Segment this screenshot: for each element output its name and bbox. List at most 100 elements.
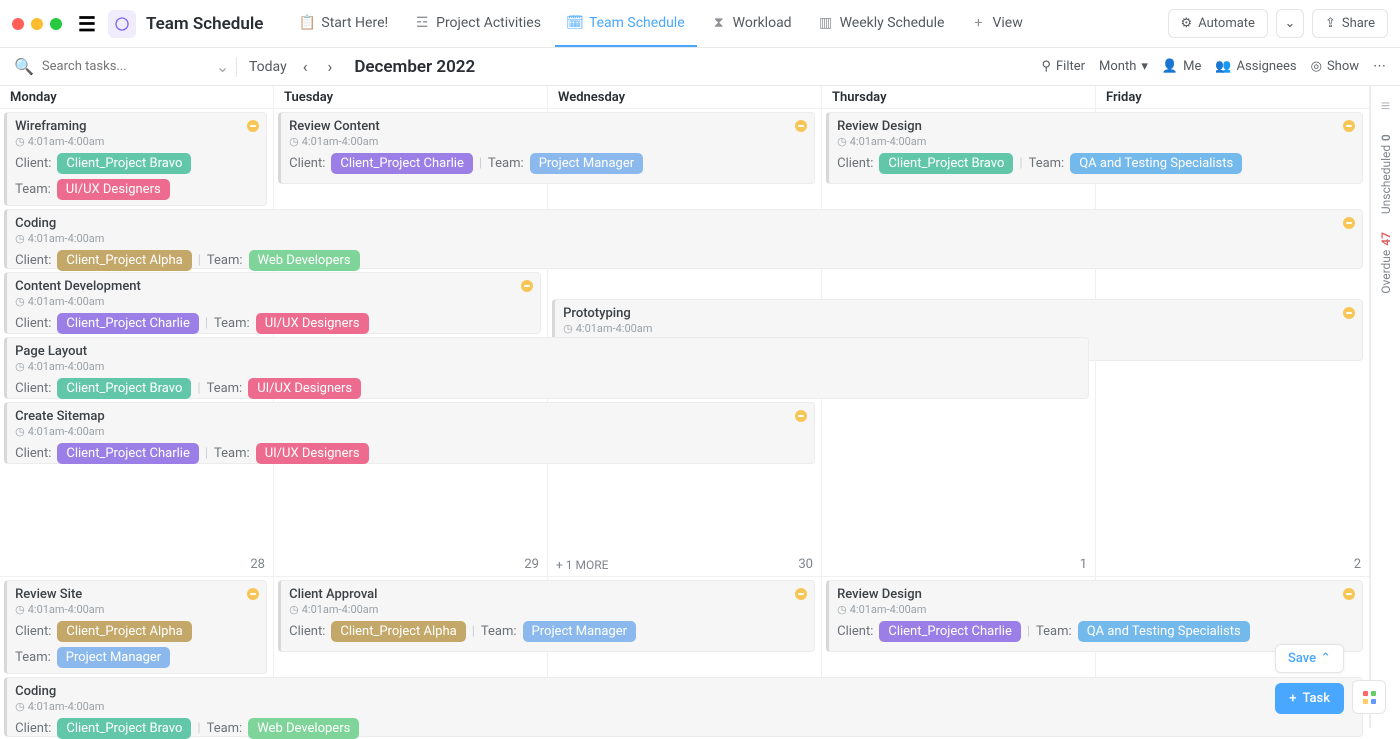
calendar-grid: Monday Tuesday Wednesday Thursday Friday… <box>0 86 1370 728</box>
rail-toggle-icon[interactable]: ≡ <box>1381 96 1390 116</box>
task-time: ◷4:01am-4:00am <box>15 295 532 308</box>
day-number: 30 <box>798 557 813 572</box>
apps-grid-icon <box>1363 691 1376 704</box>
task-card[interactable]: Wireframing ◷4:01am-4:00am Client:Client… <box>4 112 267 206</box>
day-number: 2 <box>1354 557 1361 572</box>
automate-button[interactable]: ⚙Automate <box>1168 9 1268 38</box>
search-input[interactable] <box>42 59 208 74</box>
more-tasks-link[interactable]: + 1 MORE <box>556 558 608 572</box>
filter-icon: ⚲ <box>1041 59 1051 74</box>
user-icon: 👤 <box>1162 59 1178 74</box>
day-header-wed: Wednesday <box>548 86 822 108</box>
more-options-button[interactable]: ⋯ <box>1373 59 1386 74</box>
automate-dropdown-button[interactable]: ⌄ <box>1276 9 1304 38</box>
overdue-panel-toggle[interactable]: Overdue 47 <box>1379 232 1393 294</box>
tab-workload[interactable]: ⧗Workload <box>699 0 804 47</box>
hamburger-menu-icon[interactable]: ☰ <box>78 12 96 36</box>
divider <box>236 57 237 77</box>
plus-icon: + <box>1289 691 1296 706</box>
team-chip[interactable]: UI/UX Designers <box>256 313 369 334</box>
client-chip[interactable]: Client_Project Bravo <box>57 718 191 739</box>
task-card[interactable]: Review Content ◷4:01am-4:00am Client:Cli… <box>278 112 815 184</box>
new-task-button[interactable]: +Task <box>1275 683 1344 714</box>
client-chip[interactable]: Client_Project Bravo <box>879 153 1013 174</box>
me-filter-button[interactable]: 👤Me <box>1162 59 1201 74</box>
client-label: Client: <box>15 156 51 171</box>
tab-project-activities[interactable]: ☲Project Activities <box>402 0 553 47</box>
tab-add-view[interactable]: +View <box>958 0 1034 47</box>
team-chip[interactable]: QA and Testing Specialists <box>1070 153 1242 174</box>
task-title: Page Layout <box>15 344 1080 359</box>
task-title: Create Sitemap <box>15 409 806 424</box>
timescale-dropdown[interactable]: Month▾ <box>1099 59 1148 74</box>
day-header-tue: Tuesday <box>274 86 548 108</box>
task-card[interactable]: Review Design ◷4:01am-4:00am Client:Clie… <box>826 112 1363 184</box>
task-title: Coding <box>15 684 1354 699</box>
next-month-button[interactable]: › <box>324 57 337 76</box>
toolbar-right: ⚲Filter Month▾ 👤Me 👥Assignees ◎Show ⋯ <box>1041 59 1386 74</box>
prev-month-button[interactable]: ‹ <box>299 57 312 76</box>
team-chip[interactable]: UI/UX Designers <box>256 443 369 464</box>
minimize-window-icon[interactable] <box>31 18 43 30</box>
team-chip[interactable]: QA and Testing Specialists <box>1078 621 1250 642</box>
client-chip[interactable]: Client_Project Charlie <box>57 313 198 334</box>
save-button[interactable]: Save⌃ <box>1275 644 1344 673</box>
tab-weekly-schedule[interactable]: ▥Weekly Schedule <box>806 0 957 47</box>
client-chip[interactable]: Client_Project Bravo <box>57 378 191 399</box>
workload-icon: ⧗ <box>711 15 727 31</box>
app-logo-icon[interactable] <box>108 10 136 38</box>
client-chip[interactable]: Client_Project Charlie <box>879 621 1020 642</box>
team-chip[interactable]: Project Manager <box>57 647 170 668</box>
tab-start-here[interactable]: 📋Start Here! <box>287 0 400 47</box>
calendar-toolbar: 🔍 ⌄ Today ‹ › December 2022 ⚲Filter Mont… <box>0 48 1400 86</box>
window-controls <box>12 18 62 30</box>
day-headers: Monday Tuesday Wednesday Thursday Friday <box>0 86 1370 108</box>
task-time: ◷4:01am-4:00am <box>15 603 258 616</box>
client-chip[interactable]: Client_Project Alpha <box>57 621 191 642</box>
task-title: Content Development <box>15 279 532 294</box>
assignees-button[interactable]: 👥Assignees <box>1215 59 1296 74</box>
team-chip[interactable]: UI/UX Designers <box>248 378 361 399</box>
team-chip[interactable]: Project Manager <box>530 153 643 174</box>
clock-icon: ◷ <box>15 135 25 148</box>
task-time: ◷4:01am-4:00am <box>15 700 1354 713</box>
clock-icon: ◷ <box>15 425 25 438</box>
task-time: ◷4:01am-4:00am <box>15 232 1354 245</box>
maximize-window-icon[interactable] <box>50 18 62 30</box>
client-chip[interactable]: Client_Project Alpha <box>57 250 191 271</box>
task-card[interactable]: Page Layout ◷4:01am-4:00am Client:Client… <box>4 337 1089 399</box>
clock-icon: ◷ <box>15 295 25 308</box>
close-window-icon[interactable] <box>12 18 24 30</box>
tab-team-schedule[interactable]: 🗓Team Schedule <box>555 0 697 47</box>
client-chip[interactable]: Client_Project Bravo <box>57 153 191 174</box>
show-button[interactable]: ◎Show <box>1311 59 1359 74</box>
task-card[interactable]: Review Design ◷4:01am-4:00am Client:Clie… <box>826 580 1363 652</box>
task-card[interactable]: Content Development ◷4:01am-4:00am Clien… <box>4 272 541 334</box>
share-icon: ⇪ <box>1325 16 1336 31</box>
task-card[interactable]: Create Sitemap ◷4:01am-4:00am Client:Cli… <box>4 402 815 464</box>
team-chip[interactable]: Web Developers <box>249 250 360 271</box>
task-title: Prototyping <box>563 306 1354 321</box>
team-chip[interactable]: Project Manager <box>523 621 636 642</box>
filter-button[interactable]: ⚲Filter <box>1041 59 1085 74</box>
caret-down-icon: ▾ <box>1141 59 1148 74</box>
task-card[interactable]: Client Approval ◷4:01am-4:00am Client:Cl… <box>278 580 815 652</box>
today-button[interactable]: Today <box>249 59 287 75</box>
task-time: ◷4:01am-4:00am <box>15 135 258 148</box>
clock-icon: ◷ <box>15 232 25 245</box>
team-chip[interactable]: Web Developers <box>248 718 359 739</box>
share-button[interactable]: ⇪Share <box>1312 9 1388 38</box>
calendar-icon: 🗓 <box>567 15 583 31</box>
team-chip[interactable]: UI/UX Designers <box>57 179 170 200</box>
task-card[interactable]: Coding ◷4:01am-4:00am Client:Client_Proj… <box>4 677 1363 737</box>
client-chip[interactable]: Client_Project Charlie <box>57 443 198 464</box>
unscheduled-panel-toggle[interactable]: Unscheduled 0 <box>1379 134 1393 214</box>
task-card[interactable]: Coding ◷4:01am-4:00am Client:Client_Proj… <box>4 209 1363 269</box>
task-card[interactable]: Review Site ◷4:01am-4:00am Client:Client… <box>4 580 267 674</box>
client-chip[interactable]: Client_Project Alpha <box>331 621 465 642</box>
client-chip[interactable]: Client_Project Charlie <box>331 153 472 174</box>
page-title: Team Schedule <box>146 14 263 34</box>
app-launcher-button[interactable] <box>1352 680 1386 714</box>
task-title: Review Design <box>837 119 1354 134</box>
chevron-down-icon[interactable]: ⌄ <box>216 57 229 76</box>
